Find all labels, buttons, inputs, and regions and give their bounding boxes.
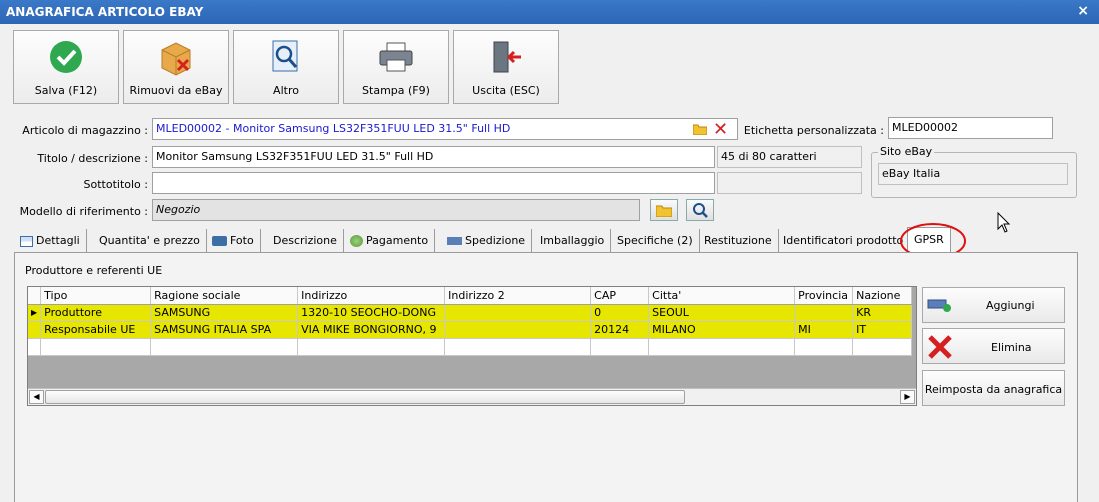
scroll-thumb[interactable] bbox=[45, 390, 685, 404]
site-group: Sito eBay eBay Italia bbox=[871, 145, 1077, 198]
other-button[interactable]: Altro bbox=[233, 30, 339, 104]
model-label: Modello di riferimento : bbox=[19, 205, 148, 218]
tab-spedizione[interactable]: Spedizione bbox=[441, 229, 533, 253]
tab-specifiche[interactable]: Specifiche (2) bbox=[611, 229, 700, 253]
site-group-label: Sito eBay bbox=[878, 145, 935, 158]
delete-button[interactable]: Elimina bbox=[922, 328, 1065, 364]
scroll-right-icon[interactable]: ▶ bbox=[900, 390, 915, 404]
subtitle-char-count bbox=[717, 172, 862, 194]
site-field: eBay Italia bbox=[878, 163, 1068, 185]
col-provincia[interactable]: Provincia bbox=[794, 287, 854, 305]
article-field[interactable]: MLED00002 - Monitor Samsung LS32F351FUU … bbox=[152, 118, 738, 140]
window-title: ANAGRAFICA ARTICOLO EBAY bbox=[6, 5, 204, 19]
folder-icon bbox=[656, 205, 672, 217]
truck-icon bbox=[447, 237, 462, 245]
add-row-icon bbox=[927, 299, 951, 312]
title-label: Titolo / descrizione : bbox=[37, 152, 148, 165]
add-button[interactable]: Aggiungi bbox=[922, 287, 1065, 323]
coins-icon bbox=[350, 235, 363, 247]
table-row[interactable]: ▶ Produttore SAMSUNG 1320-10 SEOCHO-DONG… bbox=[28, 304, 913, 322]
tab-imballaggio[interactable]: Imballaggio bbox=[534, 229, 612, 253]
other-label: Altro bbox=[273, 84, 299, 97]
tab-pagamento[interactable]: Pagamento bbox=[344, 229, 436, 253]
table-header: Tipo Ragione sociale Indirizzo Indirizzo… bbox=[28, 287, 913, 305]
model-folder-button[interactable] bbox=[650, 199, 678, 221]
horizontal-scrollbar[interactable]: ◀ ▶ bbox=[28, 388, 916, 405]
reset-button[interactable]: Reimposta da anagrafica bbox=[922, 370, 1065, 406]
box-remove-icon bbox=[124, 39, 228, 76]
tab-quantita-prezzo[interactable]: Quantita' e prezzo bbox=[93, 229, 207, 253]
table-row-new[interactable] bbox=[28, 338, 913, 356]
tab-dettagli[interactable]: Dettagli bbox=[14, 229, 87, 253]
col-ragione-sociale[interactable]: Ragione sociale bbox=[150, 287, 299, 305]
section-title: Produttore e referenti UE bbox=[25, 264, 163, 277]
printer-icon bbox=[344, 39, 448, 75]
model-field: Negozio bbox=[152, 199, 640, 221]
search-icon bbox=[693, 203, 708, 218]
save-label: Salva (F12) bbox=[34, 84, 98, 97]
tab-foto[interactable]: Foto bbox=[206, 229, 261, 253]
save-button[interactable]: Salva (F12) bbox=[13, 30, 119, 104]
camera-icon bbox=[212, 236, 227, 246]
custom-label-label: Etichetta personalizzata : bbox=[743, 124, 884, 137]
row-indicator-icon: ▶ bbox=[28, 304, 42, 322]
window-titlebar: ANAGRAFICA ARTICOLO EBAY × bbox=[0, 0, 1099, 24]
delete-icon bbox=[928, 335, 952, 359]
title-field[interactable]: Monitor Samsung LS32F351FUU LED 31.5" Fu… bbox=[152, 146, 715, 168]
col-cap[interactable]: CAP bbox=[590, 287, 650, 305]
gpsr-table: Tipo Ragione sociale Indirizzo Indirizzo… bbox=[28, 287, 913, 356]
folder-icon[interactable] bbox=[692, 123, 708, 138]
print-label: Stampa (F9) bbox=[362, 84, 430, 97]
remove-label: Rimuovi da eBay bbox=[129, 84, 223, 97]
search-doc-icon bbox=[234, 39, 338, 75]
col-tipo[interactable]: Tipo bbox=[40, 287, 152, 305]
clear-icon[interactable]: ✕ bbox=[713, 119, 728, 140]
custom-label-field[interactable]: MLED00002 bbox=[888, 117, 1053, 139]
tab-descrizione[interactable]: Descrizione bbox=[267, 229, 344, 253]
tab-restituzione[interactable]: Restituzione bbox=[698, 229, 779, 253]
exit-label: Uscita (ESC) bbox=[472, 84, 540, 97]
model-search-button[interactable] bbox=[686, 199, 714, 221]
checkmark-icon bbox=[14, 39, 118, 75]
col-indirizzo[interactable]: Indirizzo bbox=[297, 287, 446, 305]
tab-identificatori[interactable]: Identificatori prodotto bbox=[777, 229, 911, 253]
grid-icon bbox=[20, 235, 33, 247]
exit-button[interactable]: Uscita (ESC) bbox=[453, 30, 559, 104]
table-row[interactable]: Responsabile UE SAMSUNG ITALIA SPA VIA M… bbox=[28, 321, 913, 339]
subtitle-field[interactable] bbox=[152, 172, 715, 194]
scroll-left-icon[interactable]: ◀ bbox=[29, 390, 44, 404]
exit-door-icon bbox=[454, 39, 558, 75]
col-nazione[interactable]: Nazione bbox=[852, 287, 913, 305]
article-label: Articolo di magazzino : bbox=[22, 124, 148, 137]
char-count: 45 di 80 caratteri bbox=[717, 146, 862, 168]
col-indirizzo-2[interactable]: Indirizzo 2 bbox=[444, 287, 592, 305]
print-button[interactable]: Stampa (F9) bbox=[343, 30, 449, 104]
remove-from-ebay-button[interactable]: Rimuovi da eBay bbox=[123, 30, 229, 104]
close-icon[interactable]: × bbox=[1077, 3, 1089, 19]
col-citta[interactable]: Citta' bbox=[648, 287, 796, 305]
subtitle-label: Sottotitolo : bbox=[83, 178, 148, 191]
